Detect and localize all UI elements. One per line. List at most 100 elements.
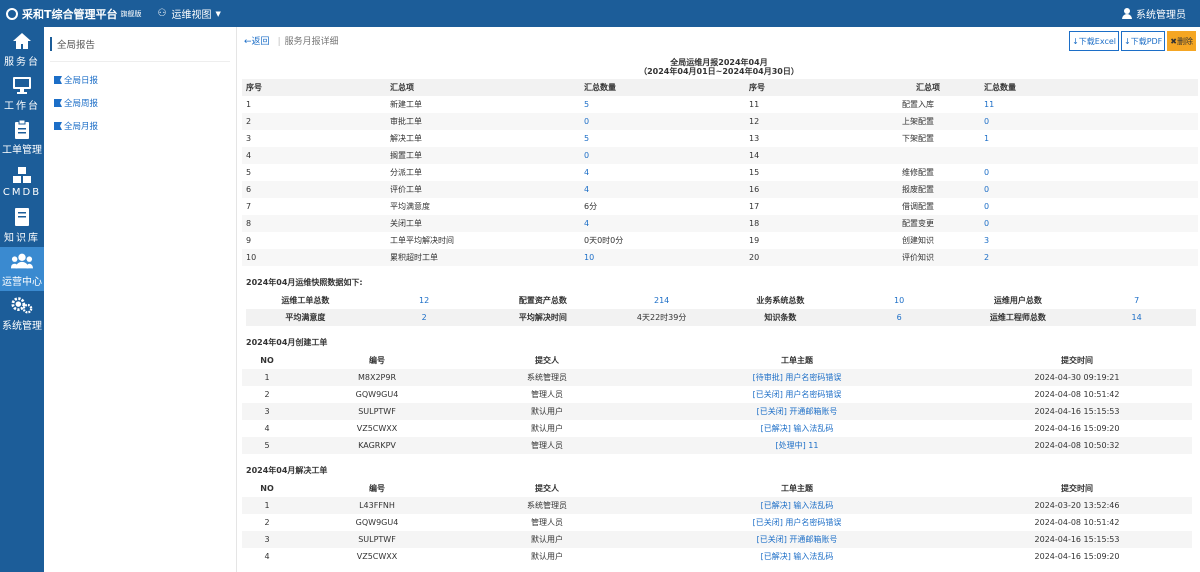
user-menu[interactable]: 系统管理员 — [1122, 6, 1186, 21]
table-cell: KAGRKPV — [292, 437, 462, 454]
back-link[interactable]: ←返回 — [244, 34, 270, 47]
table-cell: 维修配置 — [902, 168, 934, 177]
action-buttons: ↓ 下载Excel ↓ 下载PDF ✖ 删除 — [1067, 31, 1196, 51]
snapshot-table: 运维工单总数 12 配置资产总数 214 业务系统总数 10 运维用户总数 7 平均满意度 2 平均… — [246, 292, 1196, 326]
table-cell: 2 — [242, 113, 290, 130]
table-row: 1 新建工单 5 11 配置入库 11 — [242, 96, 1198, 113]
table-cell: 2024-04-16 15:09:20 — [1034, 424, 1120, 433]
table-cell: 系统管理员 — [462, 497, 632, 514]
nav-item-book[interactable]: 知识库 — [0, 203, 44, 247]
ticket-link[interactable]: [已关闭] 开通邮箱账号 — [632, 531, 962, 548]
table-row: 5 KAGRKPV 管理人员 [处理中] 11 2024-04-08 10:50:32 — [242, 437, 1192, 454]
table-cell: 5 — [584, 100, 590, 109]
nav-item-cubes[interactable]: CMDB — [0, 159, 44, 203]
nav-item-clipboard[interactable]: 工单管理 — [0, 115, 44, 159]
table-cell: 7 — [1134, 296, 1140, 305]
sidebar-item-label: 全局日报 — [64, 76, 99, 86]
download-icon: ↓ — [1124, 36, 1131, 46]
resolved-tickets-table: NO 编号 提交人 工单主题 提交时间 1 L43FFNH 系统管理员 [已解决] 输入法乱码 2… — [242, 480, 1192, 565]
table-cell: 0 — [980, 215, 1198, 232]
breadcrumb: | 服务月报详细 — [274, 34, 339, 47]
ticket-link[interactable]: [已关闭] 用户名密码错误 — [632, 514, 962, 531]
nav-item-gears[interactable]: 系统管理 — [0, 291, 44, 335]
created-tickets-title: 2024年04月创建工单 — [246, 338, 328, 347]
ticket-link[interactable]: [已解决] 输入法乱码 — [632, 548, 962, 565]
top-bar: 采和T综合管理平台 旗舰版 ⚇ 运维视图 ▼ 系统管理员 — [0, 0, 1200, 27]
table-cell: SULPTWF — [292, 403, 462, 420]
table-cell: 0 — [580, 113, 745, 130]
table-cell: 管理人员 — [462, 437, 632, 454]
table-row: 4 VZ5CWXX 默认用户 [已解决] 输入法乱码 2024-04-16 15:09:… — [242, 420, 1192, 437]
table-cell: 评价工单 — [290, 181, 580, 198]
table-cell: 5 — [242, 437, 292, 454]
monitor-icon — [11, 75, 33, 95]
breadcrumb-separator: | — [277, 37, 281, 47]
table-row: 2 GQW9GU4 管理人员 [已关闭] 用户名密码错误 2024-04-08 10:5… — [242, 514, 1192, 531]
sidebar-item-daily[interactable]: 全局日报 — [54, 74, 236, 86]
table-cell: 提交人 — [535, 484, 559, 493]
table-cell: 工单主题 — [781, 356, 813, 365]
table-cell: 214 — [653, 296, 670, 305]
table-cell: 提交时间 — [1061, 484, 1093, 493]
ticket-link[interactable]: [已关闭] 开通邮箱账号 — [632, 403, 962, 420]
download-pdf-button[interactable]: ↓ 下载PDF — [1121, 31, 1166, 51]
table-row: 7 平均满意度 6分 17 借调配置 0 — [242, 198, 1198, 215]
table-row: 2 审批工单 0 12 上架配置 0 — [242, 113, 1198, 130]
download-excel-button[interactable]: ↓ 下载Excel — [1069, 31, 1119, 51]
table-cell: 2024-04-30 09:19:21 — [962, 369, 1192, 386]
table-cell: 0天0时0分 — [584, 236, 624, 245]
table-cell: 报废配置 — [820, 181, 980, 198]
table-cell: 0 — [580, 147, 745, 164]
delete-button[interactable]: ✖ 删除 — [1167, 31, 1196, 51]
table-cell: 创建知识 — [902, 236, 934, 245]
table-row: 平均满意度 2 平均解决时间 4天22时39分 知识条数 6 运维工程师总数 14 — [246, 309, 1196, 326]
table-cell: 分派工单 — [390, 168, 422, 177]
app-logo[interactable]: 采和T综合管理平台 旗舰版 — [6, 6, 142, 22]
table-cell: 4 — [242, 147, 290, 164]
view-label: 运维视图 — [171, 10, 212, 21]
table-cell: 提交人 — [535, 356, 559, 365]
table-cell: 1 — [242, 497, 292, 514]
table-cell: 1 — [242, 369, 292, 386]
table-cell: 平均满意度 — [390, 202, 430, 211]
table-cell: 下架配置 — [902, 134, 934, 143]
table-row: 2 GQW9GU4 管理人员 [已关闭] 用户名密码错误 2024-04-08 10:5… — [242, 386, 1192, 403]
nav-item-label: 运营中心 — [2, 276, 42, 288]
sitemap-icon: ⚇ — [157, 8, 167, 19]
ticket-link[interactable]: [已解决] 输入法乱码 — [632, 420, 962, 437]
table-cell: 累积超时工单 — [290, 249, 580, 266]
table-cell: 1 — [984, 134, 990, 143]
ticket-link[interactable]: [待审批] 用户名密码错误 — [632, 369, 962, 386]
nav-item-label: 工单管理 — [2, 144, 42, 156]
sidebar-title: 全局报告 — [50, 37, 236, 51]
table-cell: 运维工程师总数 — [958, 309, 1078, 326]
nav-item-monitor[interactable]: 工作台 — [0, 71, 44, 115]
ticket-link[interactable]: [已解决] 输入法乱码 — [632, 497, 962, 514]
table-cell: 关闭工单 — [290, 215, 580, 232]
table-cell: GQW9GU4 — [355, 518, 399, 527]
table-cell: 平均解决时间 — [483, 309, 603, 326]
report-range: （2024年04月01日~2024年04月30日） — [639, 67, 799, 76]
table-row: 3 解决工单 5 13 下架配置 1 — [242, 130, 1198, 147]
nav-item-users[interactable]: 运营中心 — [0, 247, 44, 291]
ticket-link[interactable]: [处理中] 11 — [632, 437, 962, 454]
ticket-link[interactable]: [已关闭] 用户名密码错误 — [632, 386, 962, 403]
table-cell: 6分 — [584, 202, 598, 211]
table-row: 4 搁置工单 0 14 — [242, 147, 1198, 164]
table-cell: 平均满意度 — [246, 309, 365, 326]
table-cell: 8 — [242, 215, 290, 232]
report-title-text: 全局运维月报2024年04月 — [670, 58, 768, 67]
view-switcher[interactable]: ⚇ 运维视图 ▼ — [158, 6, 221, 21]
snapshot-title: 2024年04月运维快照数据如下: — [246, 278, 363, 287]
sidebar-item-monthly[interactable]: 全局月报 — [54, 120, 236, 132]
table-cell: 新建工单 — [390, 100, 422, 109]
nav-item-home[interactable]: 服务台 — [0, 27, 44, 71]
table-cell: 系统管理员 — [462, 369, 632, 386]
sidebar-item-weekly[interactable]: 全局周报 — [54, 97, 236, 109]
table-cell: 解决工单 — [390, 134, 422, 143]
table-cell: 2024-04-16 15:09:20 — [1034, 552, 1120, 561]
table-row: 3 SULPTWF 默认用户 [已关闭] 开通邮箱账号 2024-04-16 15:15… — [242, 403, 1192, 420]
table-cell: 2024-04-16 15:15:53 — [962, 403, 1192, 420]
users-icon — [11, 251, 33, 271]
table-cell: 6 — [242, 181, 290, 198]
